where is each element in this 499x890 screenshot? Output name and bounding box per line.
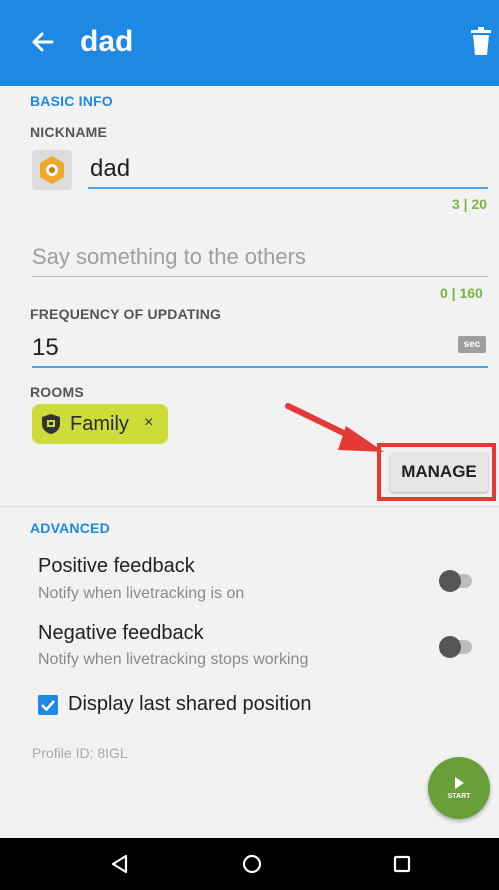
nickname-input[interactable]: dad [90, 155, 130, 183]
back-triangle-icon[interactable] [108, 852, 132, 876]
room-chip-label: Family [70, 413, 129, 435]
basic-info-heading: BASIC INFO [30, 93, 113, 109]
negative-feedback-title: Negative feedback [38, 622, 204, 644]
recents-square-icon[interactable] [390, 852, 414, 876]
room-chip-family[interactable]: Family × [32, 404, 168, 444]
avatar-icon[interactable] [32, 150, 72, 190]
home-circle-icon[interactable] [240, 852, 264, 876]
nickname-underline [88, 187, 488, 189]
negative-feedback-subtitle: Notify when livetracking stops working [38, 651, 309, 668]
positive-feedback-toggle[interactable] [439, 570, 472, 592]
display-position-checkbox[interactable] [38, 695, 58, 715]
frequency-input[interactable]: 15 [32, 334, 59, 362]
remove-room-icon[interactable]: × [144, 414, 153, 432]
advanced-heading: ADVANCED [30, 520, 110, 536]
message-underline [32, 276, 488, 277]
app-bar: dad [0, 0, 499, 86]
seconds-unit-badge: sec [458, 336, 486, 353]
section-divider [0, 506, 499, 507]
frequency-label: FREQUENCY OF UPDATING [30, 306, 222, 322]
display-position-label[interactable]: Display last shared position [68, 693, 311, 716]
annotation-arrow-icon [285, 403, 384, 452]
toggle-knob [439, 570, 461, 592]
frequency-underline [32, 366, 488, 368]
fab-label: START [447, 793, 471, 800]
back-arrow-icon[interactable] [28, 24, 58, 60]
nickname-label: NICKNAME [30, 124, 108, 140]
message-input[interactable]: Say something to the others [32, 244, 306, 270]
message-counter: 0 | 160 [440, 285, 483, 301]
play-icon [455, 777, 464, 789]
system-nav-bar [0, 838, 499, 890]
start-fab[interactable]: START [428, 757, 490, 819]
toggle-knob [439, 636, 461, 658]
positive-feedback-subtitle: Notify when livetracking is on [38, 585, 245, 602]
negative-feedback-toggle[interactable] [439, 636, 472, 658]
nickname-counter: 3 | 20 [452, 196, 488, 212]
page-title: dad [80, 25, 134, 58]
trash-icon[interactable] [470, 26, 492, 56]
positive-feedback-title: Positive feedback [38, 555, 195, 577]
rooms-label: ROOMS [30, 384, 84, 400]
profile-id: Profile ID: 8IGL [32, 745, 128, 761]
manage-highlight-box [377, 443, 496, 501]
room-shield-icon [42, 414, 60, 434]
